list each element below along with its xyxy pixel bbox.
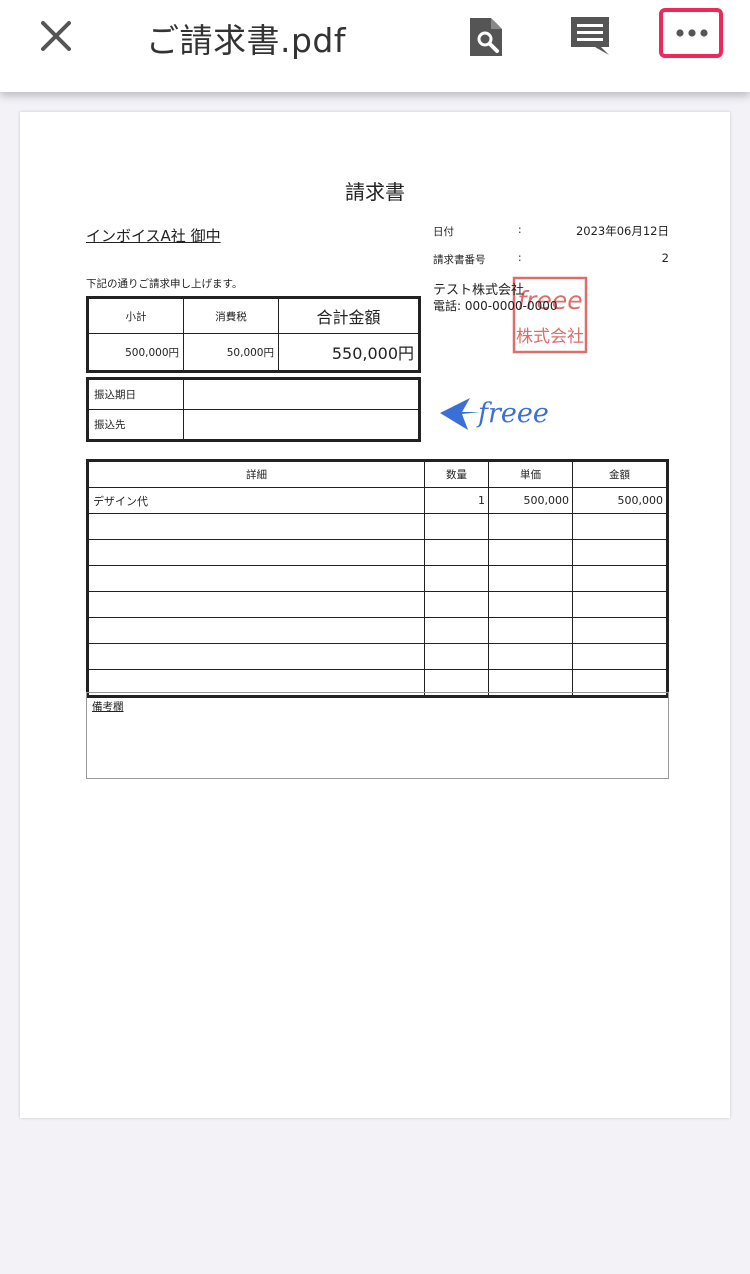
unit-price-cell [488, 591, 573, 618]
file-search-icon[interactable] [466, 14, 506, 60]
quantity-cell [424, 643, 489, 670]
amount-cell [572, 617, 668, 644]
invoice-number-value: 2 [661, 251, 669, 265]
table-row: デザイン代 1 500,000 500,000 [87, 487, 668, 514]
date-colon: : [518, 224, 522, 236]
detail-cell [87, 565, 425, 592]
issuer-phone: 電話: 000-0000-0000 [433, 299, 558, 313]
amount-cell [572, 591, 668, 618]
detail-cell [87, 513, 425, 540]
quantity-cell [424, 539, 489, 566]
close-icon[interactable] [36, 16, 76, 56]
amount-cell [572, 565, 668, 592]
table-row [87, 591, 668, 618]
total-value: 550,000円 [278, 333, 420, 372]
table-row [87, 643, 668, 670]
table-row [87, 513, 668, 540]
total-header: 合計金額 [278, 297, 420, 334]
customer-name: インボイスA社 御中 [86, 227, 221, 245]
unit-price-cell [488, 539, 573, 566]
amount-cell [572, 513, 668, 540]
remarks-box: 備考欄 [86, 692, 669, 779]
tax-value: 50,000円 [183, 333, 279, 372]
detail-cell [87, 591, 425, 618]
invoice-number-label: 請求書番号 [433, 254, 486, 266]
document-title: ご請求書.pdf [146, 21, 347, 60]
payment-table: 振込期日 振込先 [86, 377, 421, 442]
unit-price-cell [488, 565, 573, 592]
unit-price-cell: 500,000 [488, 487, 573, 514]
subtotal-value: 500,000円 [87, 333, 184, 372]
amount-header: 金額 [572, 460, 668, 488]
unit-price-cell [488, 643, 573, 670]
logo-text: freee [476, 398, 549, 429]
date-label: 日付 [433, 226, 454, 238]
amount-cell [572, 539, 668, 566]
quantity-cell [424, 565, 489, 592]
table-row [87, 617, 668, 644]
table-row [87, 539, 668, 566]
more-options-button[interactable] [659, 8, 723, 58]
quantity-cell [424, 513, 489, 540]
detail-cell: デザイン代 [87, 487, 425, 514]
due-date-label: 振込期日 [87, 378, 184, 410]
bank-account-label: 振込先 [87, 409, 184, 441]
unit-price-cell [488, 513, 573, 540]
summary-table: 小計 消費税 合計金額 500,000円 50,000円 550,000円 [86, 296, 421, 373]
more-horizontal-icon [676, 29, 708, 37]
invoice-number-colon: : [518, 252, 522, 264]
top-toolbar: ご請求書.pdf [0, 0, 750, 92]
date-value: 2023年06月12日 [575, 224, 669, 238]
tax-header: 消費税 [183, 297, 279, 334]
detail-table: 詳細 数量 単価 金額 デザイン代 1 500,000 500,000 [86, 459, 669, 698]
detail-cell [87, 539, 425, 566]
issuer-company: テスト株式会社 [433, 283, 525, 298]
seal-text-bottom: 株式会社 [516, 327, 584, 347]
due-date-value [183, 378, 420, 410]
quantity-header: 数量 [424, 460, 489, 488]
remarks-label: 備考欄 [92, 701, 124, 713]
comment-icon[interactable] [568, 14, 612, 58]
detail-cell [87, 643, 425, 670]
quantity-cell [424, 591, 489, 618]
freee-logo-icon: freee [440, 398, 549, 430]
subtotal-header: 小計 [87, 297, 184, 334]
quantity-cell: 1 [424, 487, 489, 514]
detail-header: 詳細 [87, 460, 425, 488]
intro-note: 下記の通りご請求申し上げます。 [86, 278, 243, 290]
bank-account-value [183, 409, 420, 441]
unit-price-cell [488, 617, 573, 644]
amount-cell [572, 643, 668, 670]
amount-cell: 500,000 [572, 487, 668, 514]
unit-price-header: 単価 [488, 460, 573, 488]
table-row [87, 565, 668, 592]
pdf-page: 請求書 インボイスA社 御中 下記の通りご請求申し上げます。 日付 : 2023… [20, 112, 730, 1118]
quantity-cell [424, 617, 489, 644]
detail-cell [87, 617, 425, 644]
invoice-title: 請求書 [345, 180, 405, 204]
